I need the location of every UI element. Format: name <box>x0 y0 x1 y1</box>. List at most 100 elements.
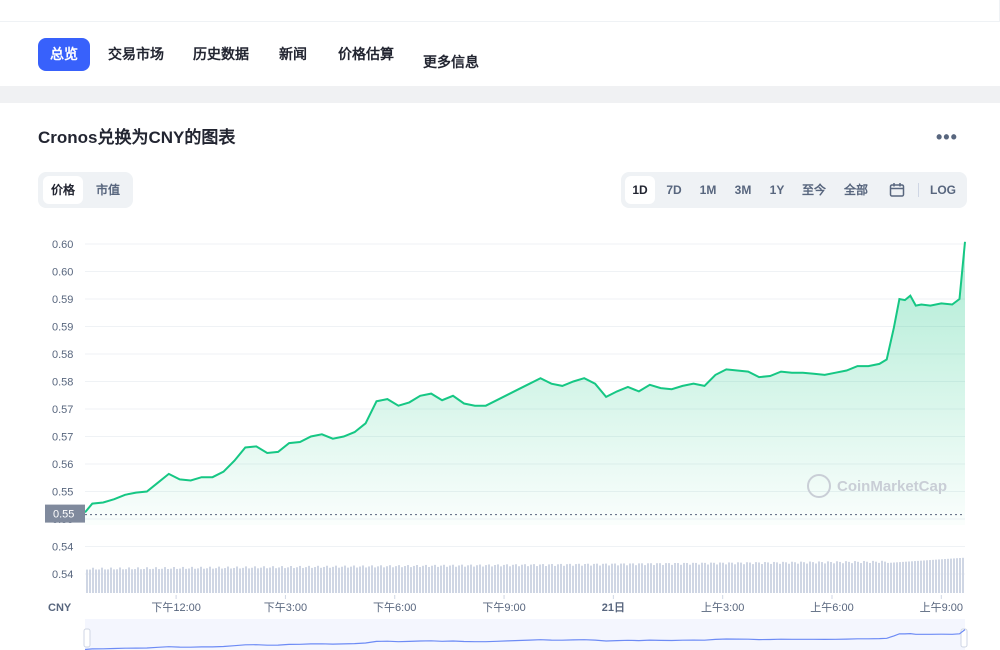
tab-news[interactable]: 新闻 <box>279 38 307 71</box>
volume-bar <box>371 565 373 593</box>
volume-bar <box>614 563 616 593</box>
volume-bar <box>653 565 655 593</box>
volume-bar <box>431 565 433 593</box>
volume-bar <box>305 567 307 593</box>
volume-bar <box>842 563 844 593</box>
volume-bar <box>224 568 226 593</box>
volume-bar <box>518 566 520 593</box>
volume-bar <box>104 569 106 593</box>
range-all[interactable]: 全部 <box>839 176 873 204</box>
tab-price-estimate[interactable]: 价格估算 <box>338 38 394 71</box>
volume-bar <box>587 563 589 593</box>
volume-bar <box>494 565 496 593</box>
volume-bar <box>254 566 256 593</box>
volume-bar <box>788 563 790 593</box>
volume-bar <box>893 562 895 593</box>
volume-bar <box>146 567 148 593</box>
calendar-icon[interactable] <box>883 176 911 204</box>
volume-bar <box>278 567 280 593</box>
tab-overview[interactable]: 总览 <box>38 38 90 71</box>
x-tick-label: 上午6:00 <box>810 601 853 614</box>
volume-bar <box>599 565 601 593</box>
volume-bar <box>647 563 649 593</box>
price-area <box>85 241 965 526</box>
volume-bar <box>902 561 904 593</box>
range-1m[interactable]: 1M <box>693 176 723 204</box>
volume-bar <box>932 559 934 593</box>
volume-bar <box>656 563 658 593</box>
x-tick-label: 21日 <box>602 601 625 614</box>
volume-bar <box>794 562 796 593</box>
volume-bar <box>674 563 676 593</box>
volume-bar <box>281 566 283 593</box>
volume-bar <box>167 568 169 593</box>
volume-bar <box>680 564 682 593</box>
volume-bar <box>404 566 406 593</box>
volume-bar <box>200 566 202 593</box>
volume-bar <box>689 564 691 593</box>
y-tick-label: 0.54 <box>52 569 73 581</box>
volume-bar <box>356 567 358 593</box>
volume-bar <box>812 562 814 593</box>
volume-bar <box>545 565 547 593</box>
volume-bar <box>962 557 964 593</box>
volume-bar <box>464 566 466 593</box>
price-chart[interactable]: 0.60 0.60 0.59 0.59 0.58 0.58 0.57 0.57 0.56 0.55… <box>0 225 1000 650</box>
volume-bar <box>446 566 448 593</box>
y-tick-label: 0.57 <box>52 404 73 416</box>
toggle-price[interactable]: 价格 <box>43 176 83 204</box>
y-tick-label: 0.60 <box>52 239 73 251</box>
range-divider <box>918 183 919 197</box>
range-3m[interactable]: 3M <box>728 176 758 204</box>
volume-bar <box>923 560 925 593</box>
volume-bar <box>116 569 118 593</box>
volume-bar <box>767 562 769 593</box>
more-options-icon[interactable]: ••• <box>936 127 958 148</box>
volume-bar <box>734 564 736 593</box>
volume-bar <box>590 565 592 593</box>
tab-historical-data[interactable]: 历史数据 <box>193 38 249 71</box>
volume-bar <box>347 567 349 593</box>
volume-bar <box>131 569 133 593</box>
volume-bar <box>878 562 880 593</box>
range-1y[interactable]: 1Y <box>762 176 792 204</box>
volume-bar <box>854 561 856 593</box>
volume-bar <box>575 564 577 593</box>
volume-bar <box>152 568 154 593</box>
volume-bar <box>791 561 793 593</box>
y-tick-label: 0.56 <box>52 459 73 471</box>
volume-bar <box>578 563 580 593</box>
volume-bar <box>953 558 955 593</box>
range-1d[interactable]: 1D <box>625 176 655 204</box>
watermark-text: CoinMarketCap <box>837 478 948 495</box>
volume-bar <box>632 563 634 593</box>
volume-bar <box>140 569 142 593</box>
volume-bar <box>191 566 193 593</box>
volume-bar <box>704 562 706 593</box>
volume-bar <box>176 568 178 593</box>
volume-bar <box>287 567 289 593</box>
volume-bar <box>710 562 712 593</box>
tab-markets[interactable]: 交易市场 <box>108 38 164 71</box>
volume-bar <box>293 568 295 593</box>
log-scale-button[interactable]: LOG <box>924 176 962 204</box>
y-axis-labels: 0.60 0.60 0.59 0.59 0.58 0.58 0.57 0.57 0.56 0.55… <box>52 239 73 581</box>
toggle-market-cap[interactable]: 市值 <box>88 176 128 204</box>
volume-bar <box>386 566 388 593</box>
volume-bar <box>959 558 961 593</box>
volume-bar <box>395 566 397 593</box>
volume-bar <box>230 568 232 593</box>
range-ytd[interactable]: 至今 <box>797 176 831 204</box>
volume-bar <box>611 563 613 593</box>
volume-bar <box>668 563 670 593</box>
volume-bar <box>947 558 949 593</box>
volume-bar <box>401 567 403 593</box>
current-price-label: 0.55 <box>53 509 74 521</box>
volume-bar <box>275 568 277 593</box>
volume-bar <box>392 567 394 593</box>
tab-more-info[interactable]: 更多信息 <box>423 46 479 79</box>
range-7d[interactable]: 7D <box>659 176 689 204</box>
volume-bar <box>920 560 922 593</box>
chart-title: Cronos兑换为CNY的图表 <box>38 128 236 147</box>
y-tick-label: 0.59 <box>52 322 73 334</box>
